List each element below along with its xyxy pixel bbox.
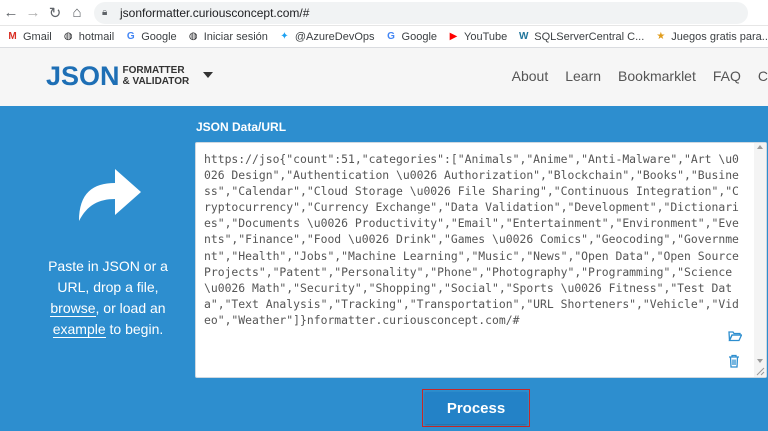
folder-open-icon[interactable] bbox=[728, 330, 742, 342]
process-button-focus-outline: Process bbox=[422, 389, 530, 427]
process-button[interactable]: Process bbox=[425, 392, 527, 424]
back-arrow-icon[interactable]: ← bbox=[0, 2, 22, 24]
address-url: jsonformatter.curiousconcept.com/# bbox=[120, 5, 310, 20]
google-icon: G bbox=[387, 31, 395, 42]
bookmark-label: SQLServerCentral C... bbox=[534, 30, 645, 43]
home-icon[interactable]: ⌂ bbox=[66, 2, 88, 24]
resize-handle-icon[interactable] bbox=[756, 367, 765, 376]
browser-toolbar: ← → ↻ ⌂ 🔒︎ jsonformatter.curiousconcept.… bbox=[0, 0, 768, 26]
nav-more[interactable]: C bbox=[758, 68, 768, 84]
bookmark-label: hotmail bbox=[78, 30, 115, 43]
trash-icon[interactable] bbox=[728, 354, 740, 368]
help-line-4-rest: to begin. bbox=[105, 321, 164, 337]
bookmark-label: YouTube bbox=[464, 30, 508, 43]
help-line-3-rest: , or load an bbox=[95, 300, 166, 316]
bookmark-label: Google bbox=[401, 30, 438, 43]
google-icon: G bbox=[126, 31, 135, 42]
bookmark-item[interactable]: G Google bbox=[124, 30, 177, 43]
logo-subtitle-line1: FORMATTER bbox=[122, 65, 185, 76]
share-arrow-icon bbox=[79, 169, 141, 221]
nav-learn[interactable]: Learn bbox=[565, 68, 601, 84]
help-line-2: URL, drop a file, bbox=[57, 279, 159, 295]
nav-faq[interactable]: FAQ bbox=[713, 68, 741, 84]
site-nav: About Learn Bookmarklet FAQ C bbox=[512, 68, 768, 84]
scroll-up-icon[interactable] bbox=[757, 145, 763, 149]
help-line-1: Paste in JSON or a bbox=[48, 258, 168, 274]
bookmark-item[interactable]: ★ Juegos gratis para... bbox=[654, 30, 768, 43]
help-text: Paste in JSON or a URL, drop a file, bro… bbox=[40, 256, 176, 340]
site-logo[interactable]: JSON FORMATTER & VALIDATOR bbox=[46, 62, 189, 90]
address-bar[interactable]: 🔒︎ jsonformatter.curiousconcept.com/# bbox=[94, 1, 748, 24]
reload-icon[interactable]: ↻ bbox=[44, 2, 66, 24]
bookmark-label: Juegos gratis para... bbox=[671, 30, 768, 43]
browse-link[interactable]: browse bbox=[50, 300, 96, 317]
scroll-down-icon[interactable] bbox=[757, 359, 763, 363]
bookmark-item[interactable]: ▶ YouTube bbox=[447, 30, 508, 43]
site-header: JSON FORMATTER & VALIDATOR About Learn B… bbox=[0, 48, 768, 106]
bookmark-item[interactable]: W SQLServerCentral C... bbox=[517, 30, 644, 43]
example-link[interactable]: example bbox=[52, 321, 106, 338]
main-panel: Paste in JSON or a URL, drop a file, bro… bbox=[0, 106, 768, 431]
bookmark-label: Google bbox=[141, 30, 177, 43]
caret-down-icon[interactable] bbox=[203, 72, 213, 78]
games-icon: ★ bbox=[656, 31, 666, 42]
bookmark-item[interactable]: ◍ hotmail bbox=[62, 30, 114, 43]
json-input[interactable]: https://jso{"count":51,"categories":["An… bbox=[195, 142, 767, 378]
textarea-scrollbar[interactable] bbox=[754, 143, 766, 377]
logo-json-text: JSON bbox=[46, 61, 120, 91]
lock-icon: 🔒︎ bbox=[102, 7, 108, 18]
logo-subtitle: FORMATTER & VALIDATOR bbox=[123, 65, 190, 87]
wordpress-icon: W bbox=[519, 31, 529, 42]
bookmark-label: @AzureDevOps bbox=[294, 30, 375, 43]
bookmark-item[interactable]: M Gmail bbox=[6, 30, 52, 43]
json-input-value: https://jso{"count":51,"categories":["An… bbox=[204, 152, 746, 327]
globe-icon: ◍ bbox=[63, 31, 73, 42]
gmail-icon: M bbox=[8, 31, 17, 42]
twitter-icon: ✦ bbox=[280, 31, 289, 42]
bookmark-item[interactable]: ✦ @AzureDevOps bbox=[278, 30, 375, 43]
nav-about[interactable]: About bbox=[512, 68, 549, 84]
nav-bookmarklet[interactable]: Bookmarklet bbox=[618, 68, 696, 84]
bookmark-item[interactable]: ◍ Iniciar sesión bbox=[187, 30, 268, 43]
json-data-label: JSON Data/URL bbox=[196, 120, 287, 134]
youtube-icon: ▶ bbox=[449, 31, 458, 42]
logo-subtitle-line2: & VALIDATOR bbox=[122, 76, 190, 87]
bookmarks-bar: M Gmail ◍ hotmail G Google ◍ Iniciar sesión ✦ @Az… bbox=[0, 26, 768, 48]
bookmark-label: Iniciar sesión bbox=[203, 30, 268, 43]
bookmark-label: Gmail bbox=[23, 30, 52, 43]
bookmark-item[interactable]: G Google bbox=[385, 30, 437, 43]
globe-icon: ◍ bbox=[188, 31, 198, 42]
forward-arrow-icon[interactable]: → bbox=[22, 2, 44, 24]
